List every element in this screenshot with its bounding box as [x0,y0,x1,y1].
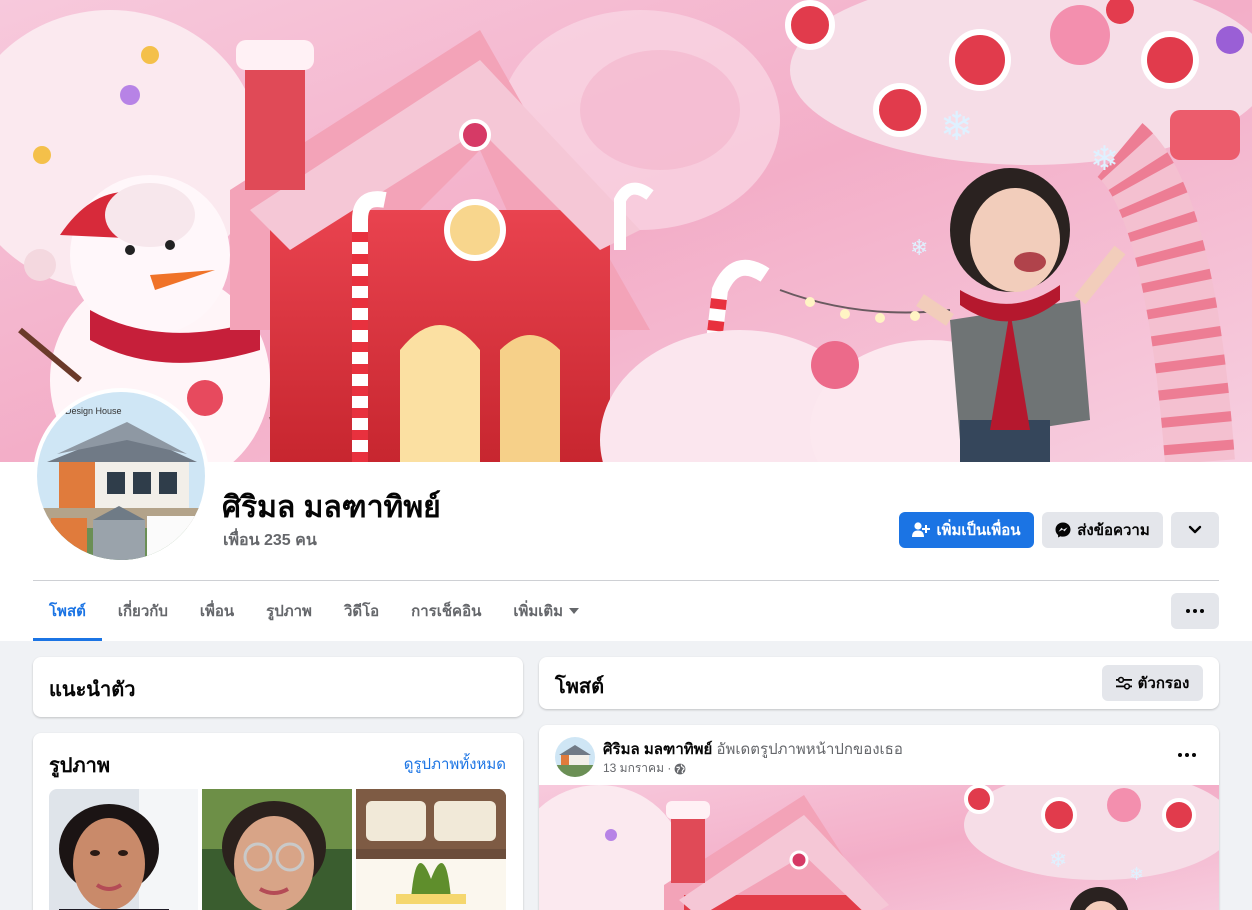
tab-checkins[interactable]: การเช็คอิน [395,581,497,641]
filter-button[interactable]: ตัวกรอง [1102,665,1203,701]
more-icon [1186,609,1204,613]
posts-title: โพสต์ [555,676,605,698]
post-image[interactable]: ❄ ❄ [539,785,1219,910]
tabs-more-button[interactable] [1171,593,1219,629]
tab-friends[interactable]: เพื่อน [184,581,250,641]
post-timestamp: 13 มกราคม · [603,759,686,778]
post-author-name[interactable]: ศิริมล มลฑาทิพย์ [603,741,712,758]
globe-icon [674,763,686,774]
message-button[interactable]: ส่งข้อความ [1042,512,1163,548]
add-friend-label: เพิ่มเป็นเพื่อน [936,522,1021,539]
filter-icon [1115,676,1132,690]
tab-label: เพื่อน [199,603,235,620]
tab-videos[interactable]: วิดีโอ [328,581,395,641]
post-date[interactable]: 13 มกราคม · [603,759,671,778]
add-friend-icon [912,522,931,537]
filter-label: ตัวกรอง [1137,675,1190,692]
tab-label: วิดีโอ [343,603,380,620]
post-card: ศิริมล มลฑาทิพย์ อัพเดตรูปภาพหน้าปกของเธ… [539,725,1219,910]
profile-name: ศิริมล มลฑาทิพย์ [222,491,441,524]
tab-label: เพิ่มเติม [513,603,564,620]
post-author-avatar[interactable] [555,737,595,777]
post-action: อัพเดตรูปภาพหน้าปกของเธอ [716,741,903,758]
posts-header-card: โพสต์ ตัวกรอง [539,657,1219,709]
messenger-icon [1055,522,1071,538]
friends-count[interactable]: เพื่อน 235 คน [223,528,317,553]
intro-card: แนะนำตัว [33,657,523,717]
svg-text:❄: ❄ [940,104,974,150]
profile-options-button[interactable] [1171,512,1219,548]
add-friend-button[interactable]: เพิ่มเป็นเพื่อน [899,512,1034,548]
svg-text:❄: ❄ [910,236,928,261]
tab-posts[interactable]: โพสต์ [33,581,102,641]
photo-thumbnail[interactable] [49,789,198,910]
chevron-down-icon [1188,525,1202,534]
message-label: ส่งข้อความ [1077,522,1150,539]
tab-photos[interactable]: รูปภาพ [250,581,328,641]
svg-text:❄: ❄ [1129,864,1144,885]
caret-down-icon [569,608,580,614]
tab-label: การเช็คอิน [411,603,482,620]
intro-title: แนะนำตัว [49,679,136,701]
profile-avatar[interactable]: Design House [33,388,209,564]
photo-thumbnail[interactable] [202,789,352,910]
post-options-icon[interactable] [1175,747,1199,763]
post-author-line: ศิริมล มลฑาทิพย์ อัพเดตรูปภาพหน้าปกของเธ… [603,737,903,761]
photos-card: รูปภาพ ดูรูปภาพทั้งหมด [33,733,523,910]
tab-more[interactable]: เพิ่มเติม [497,581,595,641]
cover-photo[interactable]: ❄ ❄ ❄ [0,0,1252,462]
tab-label: โพสต์ [49,603,86,620]
photo-thumbnail[interactable] [356,789,506,910]
profile-header: ❄ ❄ ❄ Design House ศิริมล มลฑาทิพย์ เพื่… [0,0,1252,641]
tab-about[interactable]: เกี่ยวกับ [102,581,184,641]
svg-text:❄: ❄ [1049,848,1067,873]
tab-label: รูปภาพ [266,603,312,620]
tab-label: เกี่ยวกับ [117,603,168,620]
photos-title: รูปภาพ [49,755,111,777]
profile-tabs: โพสต์ เกี่ยวกับ เพื่อน รูปภาพ วิดีโอ การ… [33,581,595,641]
svg-text:❄: ❄ [1090,139,1119,179]
see-all-photos-link[interactable]: ดูรูปภาพทั้งหมด [404,752,506,776]
avatar-caption: Design House [65,406,122,416]
